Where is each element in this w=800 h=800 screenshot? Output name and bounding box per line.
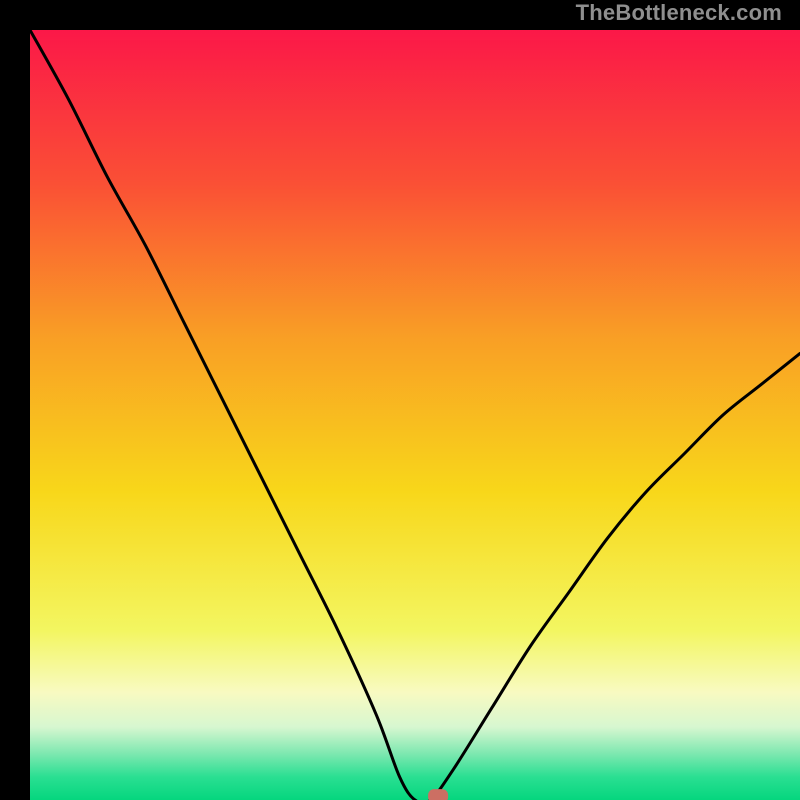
watermark-text: TheBottleneck.com: [576, 0, 782, 26]
optimal-marker: [428, 789, 448, 800]
bottleneck-chart: [30, 30, 800, 800]
gradient-background: [30, 30, 800, 800]
chart-frame: [15, 15, 785, 785]
